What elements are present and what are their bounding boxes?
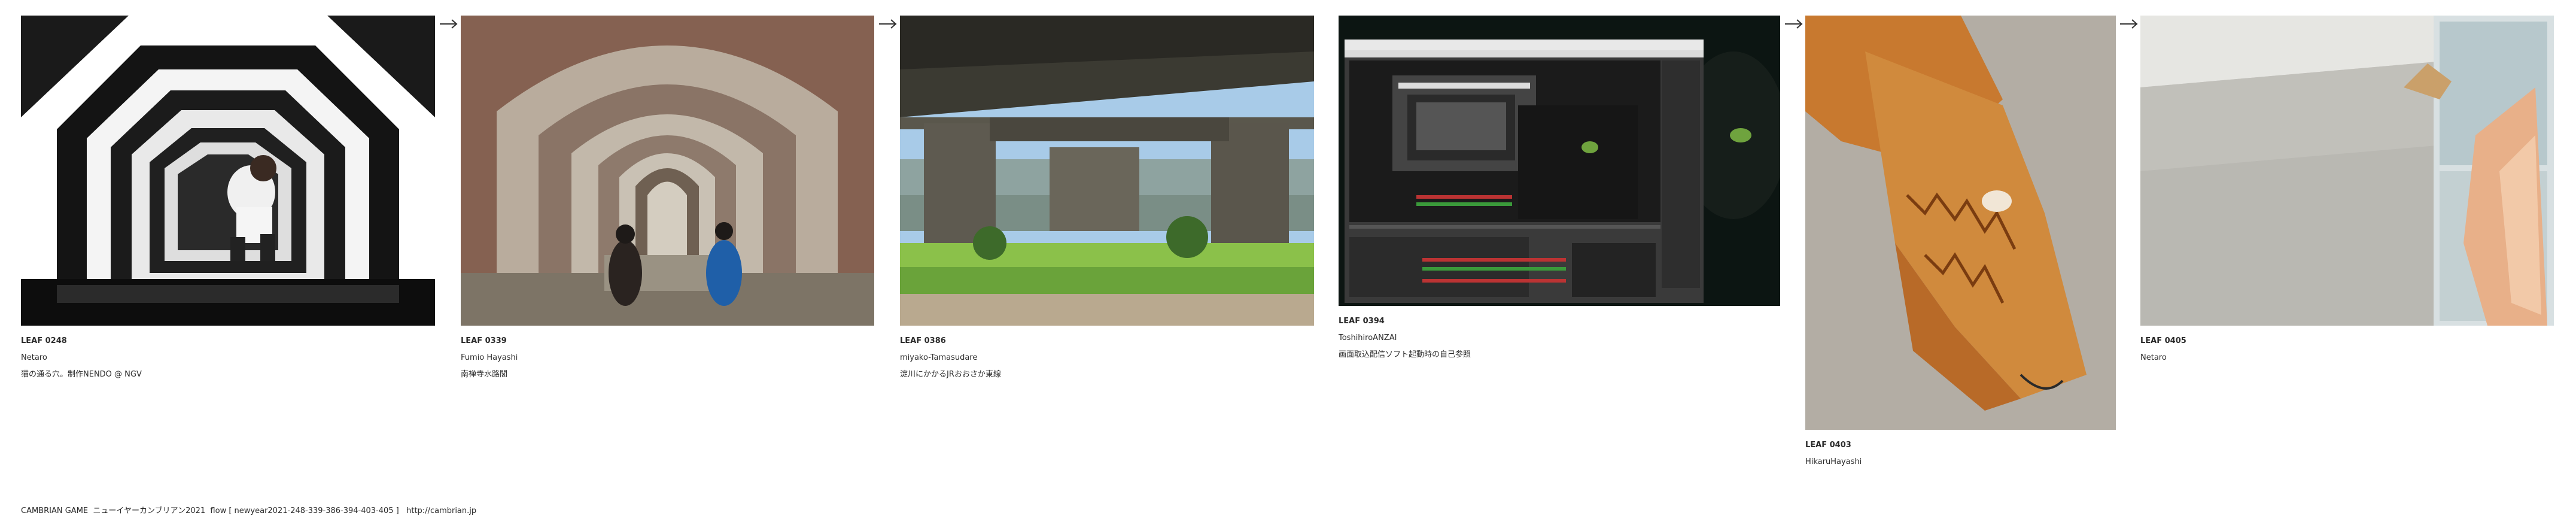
empty-room-floor-image [2140,16,2554,326]
leaf-author[interactable]: HikaruHayashi [1805,454,2116,471]
leaf-title: 猫の通る穴。制作NENDO @ NGV [21,370,142,379]
leaf-card-0248[interactable]: LEAF 0248 Netaro 猫の通る穴。制作NENDO @ NGV [21,16,435,383]
leaf-id: LEAF 0405 [2140,336,2186,345]
arrow-right-icon [2119,18,2139,30]
photo-leaf-0339[interactable] [461,16,874,326]
recursive-screen-capture-image [1339,16,1780,306]
brick-aqueduct-arches-image [461,16,874,326]
river-bridge-underside-image [900,16,1314,326]
leaf-caption: LEAF 0339 Fumio Hayashi 南禅寺水路閣 [461,333,874,383]
leaf-caption: LEAF 0248 Netaro 猫の通る穴。制作NENDO @ NGV [21,333,435,383]
arrow-right-icon [439,18,459,30]
photo-leaf-0403[interactable] [1805,16,2116,430]
arrow-right-icon [1784,18,1804,30]
leaf-id: LEAF 0386 [900,336,946,345]
photo-leaf-0248[interactable] [21,16,435,326]
leaf-author[interactable]: ToshihiroANZAI [1339,330,1780,347]
leaf-card-0403[interactable]: LEAF 0403 HikaruHayashi [1805,16,2116,471]
leaf-author[interactable]: Netaro [21,350,435,366]
footer: CAMBRIAN GAME ニューイヤーカンブリアン2021 flow [ ne… [21,504,476,515]
leaf-author[interactable]: miyako-Tamasudare [900,350,1314,366]
leaf-caption: LEAF 0403 HikaruHayashi [1805,437,2116,471]
leaf-card-0386[interactable]: LEAF 0386 miyako-Tamasudare 淀川にかかるJRおおさか… [900,16,1314,383]
leaf-author[interactable]: Fumio Hayashi [461,350,874,366]
arrow-right-icon [878,18,898,30]
leaf-caption: LEAF 0405 Netaro [2140,333,2554,366]
leaf-card-0339[interactable]: LEAF 0339 Fumio Hayashi 南禅寺水路閣 [461,16,874,383]
leaf-card-0405[interactable]: LEAF 0405 Netaro [2140,16,2554,366]
leaf-author[interactable]: Netaro [2140,350,2554,366]
photo-leaf-0405[interactable] [2140,16,2554,326]
leaf-id: LEAF 0394 [1339,317,1385,326]
leaf-id: LEAF 0248 [21,336,67,345]
leaf-title: 淀川にかかるJRおおさか東線 [900,370,1001,379]
leaf-caption: LEAF 0394 ToshihiroANZAI 画面取込配信ソフト起動時の自己… [1339,313,1780,363]
leaf-title: 画面取込配信ソフト起動時の自己参照 [1339,350,1471,359]
leaf-id: LEAF 0339 [461,336,507,345]
footer-text: CAMBRIAN GAME ニューイヤーカンブリアン2021 flow [ ne… [21,506,407,515]
leaf-card-0394[interactable]: LEAF 0394 ToshihiroANZAI 画面取込配信ソフト起動時の自己… [1339,16,1780,363]
leaf-title: 南禅寺水路閣 [461,370,508,379]
nested-house-frames-image [21,16,435,326]
orange-moth-image [1805,16,2116,430]
photo-leaf-0386[interactable] [900,16,1314,326]
leaf-caption: LEAF 0386 miyako-Tamasudare 淀川にかかるJRおおさか… [900,333,1314,383]
photo-leaf-0394[interactable] [1339,16,1780,306]
footer-link[interactable]: http://cambrian.jp [406,506,476,515]
leaf-id: LEAF 0403 [1805,441,1851,450]
